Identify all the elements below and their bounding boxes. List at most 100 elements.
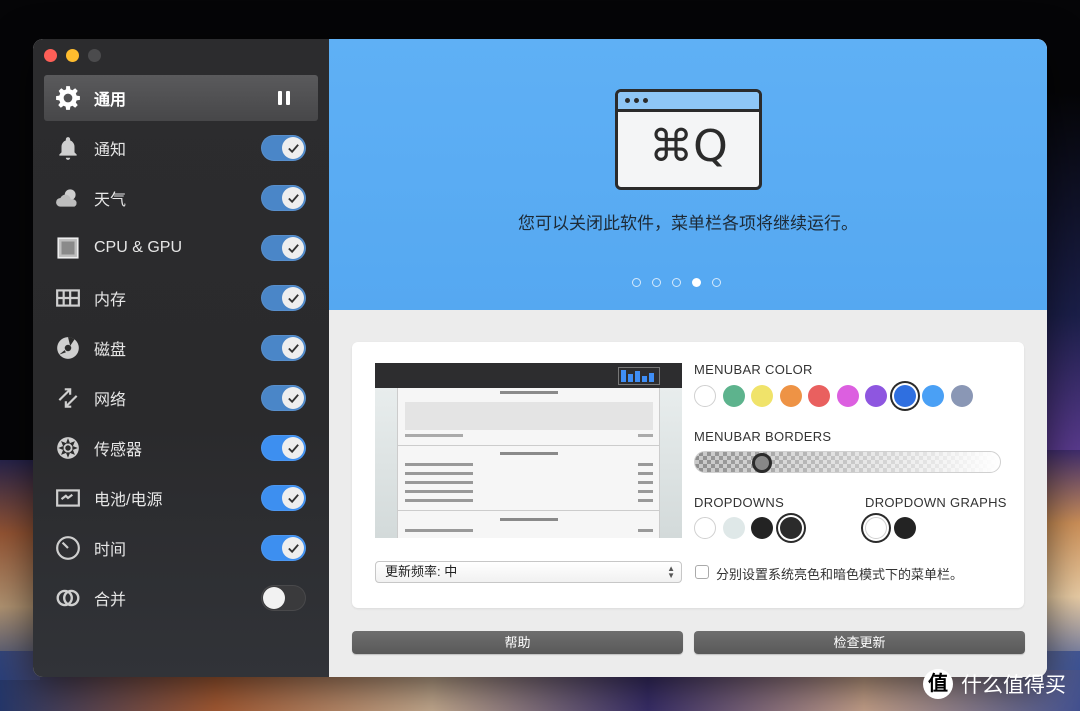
- checkmark-icon: [282, 237, 304, 259]
- sidebar-item-label: 通知: [94, 142, 127, 159]
- page-dot[interactable]: [672, 278, 681, 287]
- color-swatch[interactable]: [751, 517, 773, 539]
- sidebar-item-label: 通用: [94, 92, 127, 109]
- sidebar-item-label: CPU & GPU: [94, 239, 183, 256]
- color-swatch[interactable]: [893, 517, 916, 539]
- help-button[interactable]: 帮助: [352, 631, 683, 654]
- module-toggle[interactable]: [261, 135, 306, 161]
- checkmark-icon: [282, 437, 304, 459]
- sidebar-item-label: 传感器: [94, 442, 143, 459]
- menubar-preview: [375, 363, 682, 538]
- stepper-arrows-icon: ▲ ▼: [667, 564, 675, 580]
- merge-rings-icon: [54, 584, 82, 612]
- page-dot[interactable]: [632, 278, 641, 287]
- color-swatch[interactable]: [779, 385, 802, 407]
- module-toggle[interactable]: [261, 435, 306, 461]
- color-swatch[interactable]: [808, 385, 830, 407]
- sidebar-item[interactable]: CPU & GPU: [44, 225, 318, 271]
- module-toggle[interactable]: [261, 335, 306, 361]
- color-swatch[interactable]: [893, 385, 916, 407]
- cpu-icon: [54, 234, 82, 262]
- dropdowns-label: DROPDOWNS: [694, 495, 785, 510]
- main-content: ⌘Q 您可以关闭此软件，菜单栏各项将继续运行。 MENUBAR COLOR ME…: [329, 39, 1047, 677]
- color-swatch[interactable]: [694, 385, 716, 407]
- slider-thumb[interactable]: [752, 453, 772, 473]
- color-swatch[interactable]: [722, 385, 745, 407]
- page-indicator: [632, 278, 721, 287]
- close-button[interactable]: [44, 49, 57, 62]
- menubar-borders-slider[interactable]: [694, 451, 1001, 473]
- sidebar-item[interactable]: 通用: [44, 75, 318, 121]
- watermark-text: 什么值得买: [961, 674, 1066, 697]
- sidebar-item[interactable]: 磁盘: [44, 325, 318, 371]
- preview-dropdown: [397, 388, 660, 538]
- color-swatch[interactable]: [865, 385, 887, 407]
- sidebar-item-label: 电池/电源: [94, 492, 163, 509]
- color-swatch[interactable]: [950, 385, 973, 407]
- module-toggle[interactable]: [261, 285, 306, 311]
- minimize-button[interactable]: [66, 49, 79, 62]
- page-dot[interactable]: [652, 278, 661, 287]
- color-swatch[interactable]: [836, 385, 859, 407]
- watermark: 值 什么值得买: [923, 669, 1066, 699]
- dropdown-graphs-label: DROPDOWN GRAPHS: [865, 495, 1007, 510]
- update-frequency-select[interactable]: 更新频率: 中 ▲ ▼: [375, 561, 682, 583]
- sidebar-item[interactable]: 天气: [44, 175, 318, 221]
- memory-icon: [54, 284, 82, 312]
- fan-icon: [54, 434, 82, 462]
- page-dot[interactable]: [712, 278, 721, 287]
- module-toggle[interactable]: [261, 385, 306, 411]
- sidebar: 通用通知天气 CPU & GPU 内存磁盘网络传感器电池/电源时间 合并: [33, 39, 329, 677]
- sidebar-item-label: 天气: [94, 192, 127, 209]
- checkmark-icon: [282, 487, 304, 509]
- checkmark-icon: [282, 187, 304, 209]
- module-toggle[interactable]: [261, 535, 306, 561]
- sidebar-item[interactable]: 通知: [44, 125, 318, 171]
- sidebar-item[interactable]: 合并: [44, 575, 318, 621]
- checkmark-icon: [282, 137, 304, 159]
- menubar-borders-label: MENUBAR BORDERS: [694, 429, 832, 444]
- page-dot[interactable]: [692, 278, 701, 287]
- app-window: 通用通知天气 CPU & GPU 内存磁盘网络传感器电池/电源时间 合并 ⌘Q 您可以…: [33, 39, 1047, 677]
- sidebar-item-label: 磁盘: [94, 342, 127, 359]
- module-toggle[interactable]: [261, 235, 306, 261]
- color-swatch[interactable]: [922, 385, 944, 407]
- network-arrows-icon: [54, 384, 82, 412]
- module-toggle[interactable]: [261, 485, 306, 511]
- module-toggle[interactable]: [261, 585, 306, 611]
- sidebar-item[interactable]: 内存: [44, 275, 318, 321]
- weather-icon: [54, 184, 82, 212]
- app-window-illustration: ⌘Q: [615, 89, 762, 190]
- color-swatch[interactable]: [722, 517, 745, 539]
- check-updates-button[interactable]: 检查更新: [694, 631, 1025, 654]
- update-frequency-value: 更新频率: 中: [385, 564, 458, 579]
- separate-modes-label: 分别设置系统亮色和暗色模式下的菜单栏。: [716, 567, 964, 582]
- color-swatch[interactable]: [865, 517, 887, 539]
- zoom-button[interactable]: [88, 49, 101, 62]
- sidebar-item-label: 网络: [94, 392, 127, 409]
- window-controls: [44, 49, 101, 62]
- checkmark-icon: [282, 287, 304, 309]
- command-q-shortcut: ⌘Q: [649, 121, 728, 172]
- banner-message: 您可以关闭此软件，菜单栏各项将继续运行。: [518, 214, 858, 233]
- illustration-titlebar: [618, 92, 759, 112]
- onboarding-banner: ⌘Q 您可以关闭此软件，菜单栏各项将继续运行。: [329, 39, 1047, 310]
- gear-icon: [54, 84, 82, 112]
- color-swatch[interactable]: [694, 517, 716, 539]
- separate-modes-checkbox[interactable]: [695, 565, 709, 579]
- sidebar-item[interactable]: 时间: [44, 525, 318, 571]
- bell-icon: [54, 134, 82, 162]
- preview-menubar: [375, 363, 682, 388]
- module-toggle[interactable]: [261, 185, 306, 211]
- disk-icon: [54, 334, 82, 362]
- pause-icon[interactable]: [278, 91, 290, 105]
- sidebar-item-label: 内存: [94, 292, 127, 309]
- sidebar-item[interactable]: 网络: [44, 375, 318, 421]
- checkmark-icon: [282, 337, 304, 359]
- sidebar-item[interactable]: 电池/电源: [44, 475, 318, 521]
- menubar-color-label: MENUBAR COLOR: [694, 362, 813, 377]
- sidebar-item[interactable]: 传感器: [44, 425, 318, 471]
- checkmark-icon: [282, 387, 304, 409]
- color-swatch[interactable]: [751, 385, 773, 407]
- color-swatch[interactable]: [779, 517, 802, 539]
